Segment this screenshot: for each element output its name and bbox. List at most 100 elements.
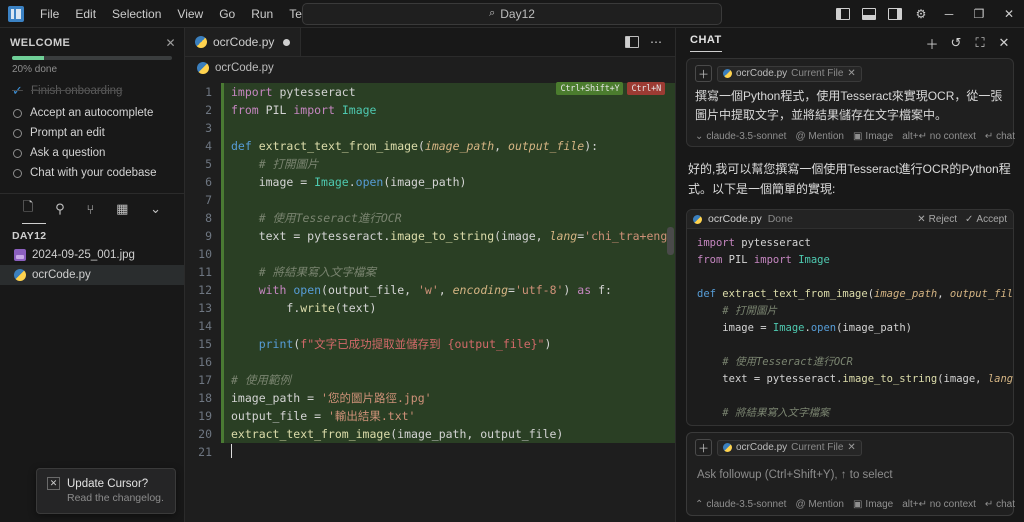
- gear-icon[interactable]: ⚙: [908, 0, 934, 28]
- line-number: 6: [205, 175, 212, 189]
- context-chip-close-icon[interactable]: ✕: [847, 442, 855, 453]
- toggle-primary-sidebar-icon[interactable]: [830, 0, 856, 28]
- breadcrumb[interactable]: ocrCode.py: [185, 57, 675, 79]
- welcome-header: WELCOME ✕: [0, 28, 184, 54]
- primary-sidebar: WELCOME ✕ 20% done ✓ Finish onboarding A…: [0, 28, 185, 522]
- task-chat-with-codebase[interactable]: Chat with your codebase: [0, 163, 184, 183]
- task-finish-onboarding[interactable]: ✓ Finish onboarding: [0, 79, 184, 103]
- python-file-icon: [723, 443, 732, 452]
- mention-button[interactable]: @ Mention: [795, 499, 844, 510]
- user-message-footer: ⌄ claude-3.5-sonnet @ Mention ▣ Image alt+…: [695, 125, 1024, 142]
- add-context-button[interactable]: ＋: [695, 65, 712, 82]
- context-chip-close-icon[interactable]: ✕: [847, 68, 855, 79]
- circle-icon: [13, 168, 22, 178]
- circle-icon: [13, 108, 22, 118]
- menu-edit[interactable]: Edit: [67, 4, 104, 24]
- chat-followup-input[interactable]: Ask followup (Ctrl+Shift+Y), ↑ to select: [695, 461, 1005, 493]
- context-chip-current-file[interactable]: ocrCode.py Current File ✕: [717, 439, 862, 456]
- user-message-text: 撰寫一個Python程式，使用Tesseract來實現OCR，從一張圖片中提取文…: [695, 89, 1003, 122]
- line-number: 1: [205, 85, 212, 99]
- accept-button[interactable]: ✓ Accept: [965, 214, 1007, 225]
- unsaved-indicator-icon[interactable]: [283, 38, 291, 46]
- close-chat-icon[interactable]: ✕: [994, 33, 1014, 53]
- image-button[interactable]: ▣ Image: [853, 131, 893, 142]
- accept-label: Accept: [976, 213, 1007, 225]
- task-label: Accept an autocomplete: [30, 107, 154, 119]
- welcome-panel: WELCOME ✕ 20% done ✓ Finish onboarding A…: [0, 28, 184, 183]
- editor-tab-actions: ⋯: [621, 28, 675, 56]
- python-file-icon: [723, 69, 732, 78]
- scrollbar-thumb[interactable]: [667, 227, 674, 255]
- chevron-down-icon[interactable]: ⌄: [150, 201, 161, 217]
- explorer-root-folder[interactable]: DAY12: [0, 224, 184, 245]
- image-button[interactable]: ▣ Image: [853, 499, 893, 510]
- context-chip-file: ocrCode.py: [736, 68, 788, 79]
- minimize-button[interactable]: ─: [934, 0, 964, 28]
- code-table: 1 2 3 4 5 6 7 8 9 10 11 12 13 14 15 16 1…: [185, 79, 675, 461]
- file-item-python[interactable]: ocrCode.py: [0, 265, 184, 285]
- menu-run[interactable]: Run: [243, 4, 281, 24]
- code-block-content[interactable]: import pytesseract from PIL import Image…: [687, 229, 1013, 425]
- line-number: 14: [198, 319, 212, 333]
- assistant-message-text: 好的,我可以幫您撰寫一個使用Tesseract進行OCR的Python程式。以下…: [688, 162, 1011, 196]
- split-editor-icon[interactable]: [621, 28, 643, 57]
- explorer-icon[interactable]: 🗋: [23, 198, 33, 220]
- menu-view[interactable]: View: [169, 4, 211, 24]
- editor-scrollbar[interactable]: [665, 79, 675, 522]
- extensions-icon[interactable]: ▦: [116, 201, 128, 217]
- toast-subtitle[interactable]: Read the changelog.: [47, 490, 167, 504]
- line-number: 16: [198, 355, 212, 369]
- file-item-image[interactable]: 2024-09-25_001.jpg: [0, 245, 184, 265]
- file-name: 2024-09-25_001.jpg: [32, 249, 135, 261]
- line-number: 20: [198, 427, 212, 441]
- editor-group: ocrCode.py ⋯ ocrCode.py Ctrl+Shift+Y Ctr…: [185, 28, 675, 522]
- keybind-badge-reject[interactable]: Ctrl+N: [627, 82, 665, 95]
- chat-message-list[interactable]: ＋ ocrCode.py Current File ✕ 撰寫一個Python程式…: [676, 58, 1024, 426]
- file-list: 2024-09-25_001.jpg ocrCode.py: [0, 245, 184, 285]
- menu-file[interactable]: File: [32, 4, 67, 24]
- model-selector[interactable]: ⌄ claude-3.5-sonnet: [695, 131, 786, 142]
- task-ask-a-question[interactable]: Ask a question: [0, 143, 184, 163]
- more-actions-icon[interactable]: ⋯: [645, 28, 667, 57]
- model-selector[interactable]: ⌃ claude-3.5-sonnet: [695, 499, 786, 510]
- maximize-button[interactable]: ❐: [964, 0, 994, 28]
- keybind-badge-accept[interactable]: Ctrl+Shift+Y: [556, 82, 624, 95]
- history-icon[interactable]: ↺: [946, 33, 966, 53]
- expand-chat-icon[interactable]: ⛶: [970, 33, 990, 53]
- chat-input-box[interactable]: ＋ ocrCode.py Current File ✕ Ask followup…: [686, 432, 1024, 516]
- task-label: Chat with your codebase: [30, 167, 157, 179]
- diff-change-bar: [221, 83, 224, 443]
- code-scroll-area[interactable]: 1 2 3 4 5 6 7 8 9 10 11 12 13 14 15 16 1…: [185, 79, 675, 522]
- code-editor[interactable]: Ctrl+Shift+Y Ctrl+N 1 2 3 4 5 6 7 8 9 10…: [185, 79, 675, 522]
- tab-label: ocrCode.py: [213, 35, 275, 49]
- toggle-secondary-sidebar-icon[interactable]: [882, 0, 908, 28]
- context-chip-note: Current File: [791, 68, 844, 79]
- search-icon[interactable]: ⚲: [55, 201, 65, 217]
- task-accept-autocomplete[interactable]: Accept an autocomplete: [0, 103, 184, 123]
- update-toast[interactable]: ✕ Update Cursor? Read the changelog.: [36, 468, 176, 514]
- line-number: 2: [205, 103, 212, 117]
- code-line: image = Image.open(image_path): [221, 173, 675, 191]
- menu-selection[interactable]: Selection: [104, 4, 169, 24]
- new-chat-icon[interactable]: ＋: [922, 33, 942, 53]
- title-bar: File Edit Selection View Go Run Terminal…: [0, 0, 1024, 28]
- context-chip-current-file[interactable]: ocrCode.py Current File ✕: [717, 65, 862, 82]
- chat-panel: CHAT ＋ ↺ ⛶ ✕ ＋ ocrCode.py Current File ✕…: [675, 28, 1024, 522]
- source-control-icon[interactable]: ⑂: [86, 202, 94, 217]
- close-button[interactable]: ✕: [994, 0, 1024, 28]
- menu-go[interactable]: Go: [211, 4, 243, 24]
- image-file-icon: [14, 249, 26, 261]
- welcome-close-icon[interactable]: ✕: [166, 36, 176, 50]
- chat-input-footer: ⌃ claude-3.5-sonnet @ Mention ▣ Image alt+…: [695, 493, 1024, 510]
- mention-button[interactable]: @ Mention: [795, 131, 844, 142]
- python-file-icon: [195, 36, 207, 48]
- toggle-panel-icon[interactable]: [856, 0, 882, 28]
- python-file-icon: [197, 62, 209, 74]
- reject-button[interactable]: ✕ Reject: [917, 214, 957, 225]
- toast-close-icon[interactable]: ✕: [47, 477, 60, 490]
- line-number: 4: [205, 139, 212, 153]
- editor-tab-ocrcode[interactable]: ocrCode.py: [185, 28, 302, 56]
- add-context-button[interactable]: ＋: [695, 439, 712, 456]
- command-search-input[interactable]: ⌕ Day12: [302, 2, 722, 25]
- task-prompt-an-edit[interactable]: Prompt an edit: [0, 123, 184, 143]
